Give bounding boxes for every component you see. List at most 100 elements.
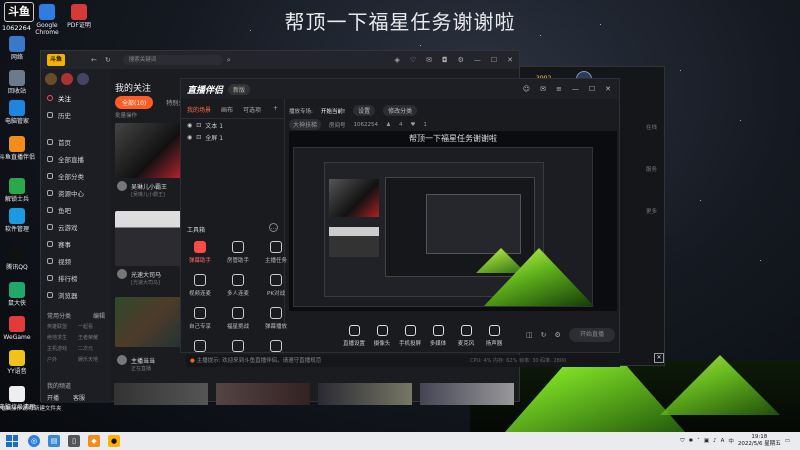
settings-icon[interactable]: ⚙: [555, 331, 561, 339]
sidebar-item[interactable]: 鱼吧: [41, 201, 111, 218]
sidebar-item[interactable]: 云游戏: [41, 218, 111, 235]
desktop-shortcut[interactable]: 网络: [0, 36, 36, 61]
stream-thumbnail[interactable]: [115, 297, 183, 347]
avatar[interactable]: [77, 73, 89, 85]
tab-options[interactable]: 可选项: [243, 105, 261, 114]
category-item[interactable]: 英雄联盟: [47, 323, 74, 330]
gift-icon[interactable]: ◈: [394, 56, 399, 64]
back-icon[interactable]: ←: [91, 56, 97, 64]
chrome-icon[interactable]: ◎: [28, 435, 40, 447]
tool-item[interactable]: 福星挑战: [219, 307, 257, 330]
sidebar-item[interactable]: 赛事: [41, 235, 111, 252]
douyu-taskbar-icon[interactable]: ◆: [88, 435, 100, 447]
desktop-shortcut[interactable]: 腾讯QQ: [0, 246, 36, 271]
tool-item[interactable]: 自己专享: [181, 307, 219, 330]
volume-icon[interactable]: ♪: [713, 438, 717, 444]
explorer-icon[interactable]: ▤: [48, 435, 60, 447]
companion-taskbar-icon[interactable]: ●: [108, 435, 120, 447]
category-item[interactable]: 二次元: [78, 345, 105, 352]
desktop-shortcut[interactable]: 斗鱼直播伴侣: [0, 136, 36, 161]
avatar[interactable]: [61, 73, 73, 85]
sidebar-item[interactable]: 全部分类: [41, 167, 111, 184]
start-menu-icon[interactable]: [6, 435, 18, 447]
bottom-tool[interactable]: 摄像头: [369, 325, 395, 347]
desktop-file-label[interactable]: 新建文件夹: [34, 404, 62, 412]
desktop-shortcut[interactable]: YY语音: [0, 350, 36, 375]
desktop-shortcut[interactable]: 回收站: [0, 70, 36, 95]
close-icon[interactable]: ✕: [654, 353, 664, 363]
bluetooth-icon[interactable]: ✱: [688, 438, 693, 444]
eye-icon[interactable]: ◉: [187, 134, 192, 141]
start-live-button[interactable]: 开始直播: [569, 328, 615, 342]
setting-button[interactable]: 设置: [353, 105, 376, 116]
sidebar-item[interactable]: 资源中心: [41, 184, 111, 201]
category-item[interactable]: 绝地求生: [47, 334, 74, 341]
sidebar-item[interactable]: 历史: [41, 106, 111, 123]
recommended-thumbnail[interactable]: [318, 383, 412, 405]
categories-edit-link[interactable]: 编辑: [93, 311, 105, 320]
network-icon[interactable]: ▣: [704, 438, 709, 444]
sidebar-item[interactable]: 视频: [41, 252, 111, 269]
scene-item[interactable]: ◉ ⊡ 全屏 1: [181, 131, 284, 143]
close-icon[interactable]: ✕: [507, 56, 513, 64]
maximize-icon[interactable]: ☐: [491, 56, 497, 64]
add-icon[interactable]: +: [273, 105, 278, 114]
tool-item[interactable]: 弹幕助手: [181, 241, 219, 264]
record-icon[interactable]: ◫: [526, 331, 533, 339]
category-item[interactable]: 王者荣耀: [78, 334, 105, 341]
sidebar-item[interactable]: 排行榜: [41, 269, 111, 286]
category-item[interactable]: 户外: [47, 356, 74, 363]
chevron-up-icon[interactable]: ˄: [697, 438, 700, 444]
refresh-icon[interactable]: ↻: [541, 331, 547, 339]
streamer-name[interactable]: 主播当当: [131, 356, 155, 365]
refresh-icon[interactable]: ↻: [105, 56, 111, 64]
minimize-icon[interactable]: —: [474, 56, 481, 64]
bottom-tool[interactable]: 扬声器: [481, 325, 507, 347]
sidebar-item[interactable]: 首页: [41, 133, 111, 150]
bottom-tool[interactable]: 麦克风: [453, 325, 479, 347]
category-item[interactable]: 主机游戏: [47, 345, 74, 352]
preview-canvas[interactable]: 帮顶一下福星任务谢谢啦: [289, 131, 617, 311]
desktop-shortcut[interactable]: 解锁士兵: [0, 178, 36, 203]
sidebar-item[interactable]: 浏览器: [41, 286, 111, 303]
settings-icon[interactable]: ⚙: [458, 56, 464, 64]
tool-item[interactable]: 视频连麦: [181, 274, 219, 297]
bottom-tool[interactable]: 手机投屏: [397, 325, 423, 347]
tool-item[interactable]: 多人连麦: [219, 274, 257, 297]
category-item[interactable]: 娱乐天地: [78, 356, 105, 363]
file-icon[interactable]: ▯: [68, 435, 80, 447]
tool-item[interactable]: 房管助手: [219, 241, 257, 264]
title-value[interactable]: 开始当前!: [321, 107, 345, 115]
clock[interactable]: 19:18 2022/5/6 星期五: [738, 434, 781, 448]
support-button[interactable]: 客服: [73, 393, 85, 402]
go-live-button[interactable]: 开播: [47, 393, 59, 402]
avatar[interactable]: [45, 73, 57, 85]
tray-letter[interactable]: A: [721, 438, 725, 444]
mail-icon[interactable]: ✉: [540, 85, 546, 93]
change-category-button[interactable]: 修改分类: [383, 105, 418, 116]
close-icon[interactable]: ✕: [605, 85, 611, 93]
desktop-file-label[interactable]: 电脑操作说明: [0, 404, 33, 412]
maximize-icon[interactable]: ☐: [589, 85, 595, 93]
user-icon[interactable]: ☺: [523, 85, 530, 93]
tab-all[interactable]: 全部(10): [115, 96, 154, 109]
heart-icon[interactable]: ♡: [410, 56, 416, 64]
tab-canvas[interactable]: 画布: [221, 105, 233, 114]
shirt-icon[interactable]: ◘: [442, 56, 448, 64]
more-tools-icon[interactable]: …: [269, 223, 278, 232]
search-icon[interactable]: ⌕: [227, 56, 231, 65]
stream-thumbnail[interactable]: [115, 211, 183, 266]
recommended-thumbnail[interactable]: [114, 383, 208, 405]
bottom-tool[interactable]: 多媒体: [425, 325, 451, 347]
my-channel[interactable]: 我的频道: [47, 381, 71, 390]
tab-my-scenes[interactable]: 我的场景: [187, 105, 211, 114]
recommended-thumbnail[interactable]: [216, 383, 310, 405]
sidebar-item[interactable]: 关注: [41, 89, 111, 106]
desktop-shortcut[interactable]: WeGame: [0, 316, 36, 341]
notification-icon[interactable]: ▭: [785, 438, 790, 444]
lang-indicator[interactable]: 中: [728, 437, 734, 445]
desktop-shortcut[interactable]: 电脑管家: [0, 100, 36, 125]
streamer-name[interactable]: 光速大司马: [131, 270, 161, 279]
shield-icon[interactable]: ⛉: [680, 438, 684, 445]
search-input[interactable]: 搜索关键词: [122, 55, 223, 65]
